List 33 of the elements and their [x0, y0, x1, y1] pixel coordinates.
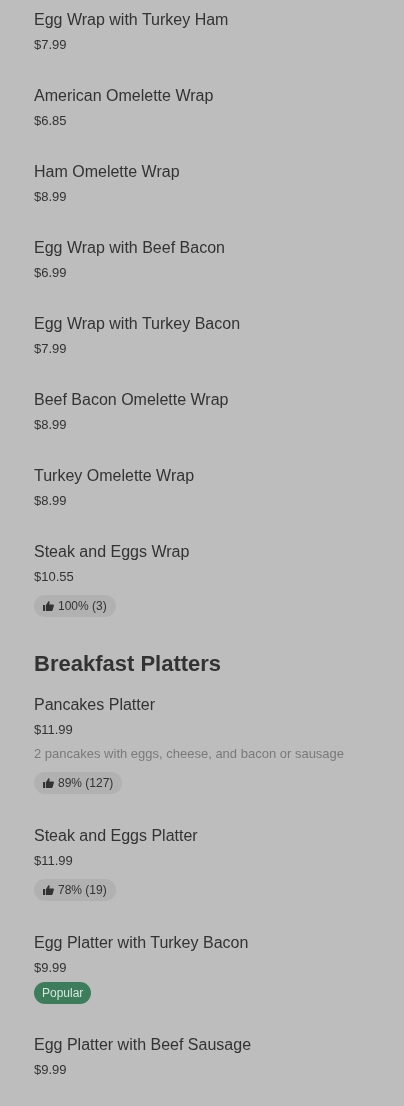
item-name: American Omelette Wrap — [34, 86, 215, 106]
section-heading: Breakfast Platters — [34, 650, 223, 678]
item-price: $9.99 — [34, 959, 68, 977]
item-name: Egg Wrap with Turkey Bacon — [34, 314, 242, 334]
item-name: Egg Wrap with Beef Bacon — [34, 238, 226, 258]
item-name: Steak and Eggs Wrap — [34, 542, 191, 562]
item-price: $8.99 — [34, 492, 68, 510]
item-price: $7.99 — [34, 340, 68, 358]
item-name: Egg Platter with Turkey Bacon — [34, 933, 250, 953]
item-price: $11.99 — [34, 852, 74, 870]
item-price: $11.99 — [34, 721, 74, 739]
item-name: Pancakes Platter — [34, 695, 156, 715]
item-name: Turkey Omelette Wrap — [34, 466, 196, 486]
item-price: $6.85 — [34, 112, 68, 130]
rating-badge: 89% (127) — [34, 772, 123, 794]
rating-badge: 100% (3) — [34, 595, 116, 617]
thumbs-up-icon — [43, 885, 54, 895]
item-name: Egg Platter with Beef Sausage — [34, 1035, 253, 1055]
item-price: $6.99 — [34, 264, 68, 282]
item-price: $8.99 — [34, 188, 68, 206]
thumbs-up-icon — [43, 601, 54, 611]
item-name: Egg Wrap with Turkey Ham — [34, 10, 230, 30]
thumbs-up-icon — [43, 778, 54, 788]
item-name: Beef Bacon Omelette Wrap — [34, 390, 230, 410]
item-price: $8.99 — [34, 416, 68, 434]
item-name: Ham Omelette Wrap — [34, 162, 181, 182]
item-name: Steak and Eggs Platter — [34, 826, 199, 846]
item-price: $7.99 — [34, 36, 68, 54]
item-price: $10.55 — [34, 568, 75, 586]
item-price: $9.99 — [34, 1061, 68, 1079]
popular-tag: Popular — [34, 982, 92, 1004]
item-description: 2 pancakes with eggs, cheese, and bacon or sausage — [34, 745, 346, 763]
rating-badge: 78% (19) — [34, 879, 116, 901]
